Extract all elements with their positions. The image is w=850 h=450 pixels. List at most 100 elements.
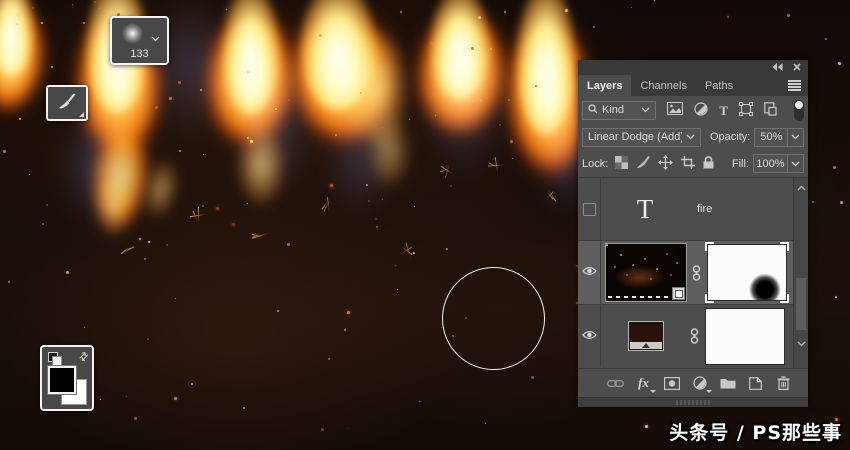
spark-dot — [241, 77, 242, 78]
visibility-toggle[interactable] — [578, 178, 601, 240]
soft-brush-tip-icon — [122, 23, 143, 44]
fill-dropdown-icon[interactable] — [788, 154, 804, 173]
close-panel-icon[interactable] — [793, 62, 801, 74]
spark-dot — [51, 66, 54, 69]
spark-dot — [375, 218, 378, 221]
chevron-down-icon[interactable] — [151, 29, 160, 47]
scroll-down-icon[interactable] — [797, 338, 806, 350]
tab-layers[interactable]: Layers — [578, 75, 632, 96]
mask-selected-bracket — [780, 294, 789, 303]
spark-streak — [444, 163, 451, 178]
spark-dot — [593, 26, 596, 29]
spark-dot — [139, 238, 141, 240]
photoshop-workspace: 133 Layers Channels Pa — [0, 0, 850, 450]
layer-row-text[interactable]: T fire — [578, 178, 808, 241]
default-colors-icon[interactable] — [48, 352, 62, 366]
hidden-layer-checkbox-icon[interactable] — [582, 202, 596, 216]
filter-adjustment-layers-icon[interactable] — [694, 101, 708, 119]
tab-paths[interactable]: Paths — [696, 75, 742, 96]
brush-tool-button[interactable] — [46, 85, 88, 121]
foreground-color-swatch[interactable] — [47, 365, 77, 395]
new-layer-icon[interactable] — [746, 374, 765, 393]
visibility-toggle[interactable] — [578, 241, 601, 304]
mask-link-icon[interactable] — [687, 264, 705, 281]
spark-dot — [175, 298, 177, 300]
layer-style-button[interactable]: fx — [634, 374, 656, 393]
panel-menu-icon[interactable] — [788, 80, 801, 92]
spark-dot — [360, 92, 362, 94]
spark-streak — [197, 206, 200, 225]
spark-streak — [405, 242, 412, 259]
layer-row-adjustment[interactable] — [578, 305, 808, 367]
filter-pixel-layers-icon[interactable] — [667, 102, 684, 118]
text-layer-thumbnail[interactable]: T — [605, 194, 685, 225]
lock-pixels-icon[interactable] — [636, 155, 651, 172]
spark-dot — [335, 134, 337, 136]
layer-mask-thumbnail[interactable] — [705, 242, 789, 303]
brush-preset-picker[interactable]: 133 — [110, 16, 169, 65]
panel-resize-grip[interactable] — [578, 397, 808, 407]
adjustment-layer-thumbnail[interactable] — [628, 321, 664, 351]
filter-type-layers-icon[interactable]: T — [719, 104, 728, 117]
layer-row-smart-object[interactable] — [578, 241, 808, 305]
flame-core — [430, 0, 490, 100]
flame-wisp — [238, 125, 284, 205]
spark-dot — [413, 252, 416, 255]
scrollbar-thumb[interactable] — [796, 278, 806, 330]
spark-dot — [247, 137, 250, 140]
spark-dot — [8, 281, 11, 284]
filter-shape-layers-icon[interactable] — [739, 101, 753, 119]
smoke-wisp — [240, 50, 310, 190]
layer-mask-thumbnail[interactable] — [703, 306, 787, 367]
smoke-wisp — [425, 30, 505, 170]
lock-all-icon[interactable] — [703, 155, 714, 172]
link-layers-icon[interactable] — [606, 374, 625, 393]
spark-streak — [323, 198, 331, 213]
spark-dot — [174, 397, 177, 400]
mask-link-icon[interactable] — [685, 328, 703, 344]
layers-panel-footer: fx — [578, 368, 808, 397]
smoke-wisp — [330, 100, 390, 210]
spark-streak — [440, 168, 449, 173]
mask-selected-bracket — [705, 242, 714, 251]
opacity-dropdown-icon[interactable] — [788, 127, 804, 147]
delete-layer-icon[interactable] — [774, 374, 793, 393]
spark-dot — [144, 258, 146, 260]
collapse-panel-icon[interactable] — [772, 62, 783, 74]
fill-value[interactable]: 100% — [753, 154, 788, 173]
spark-dot — [347, 428, 349, 430]
layer-thumbnail[interactable] — [605, 243, 687, 302]
spark-dot — [287, 243, 291, 247]
opacity-value[interactable]: 50% — [754, 127, 789, 147]
lock-transparency-icon[interactable] — [615, 155, 629, 172]
spark-dot — [268, 168, 270, 170]
spark-streak — [472, 88, 485, 103]
filter-toggle-switch[interactable] — [794, 99, 804, 121]
spark-dot — [3, 150, 6, 153]
blend-mode-select[interactable]: Linear Dodge (Add) — [582, 127, 701, 147]
layer-name[interactable]: fire — [697, 203, 712, 215]
spark-dot — [395, 265, 397, 267]
layers-scrollbar[interactable] — [793, 178, 808, 368]
swap-colors-icon[interactable] — [76, 349, 92, 365]
filter-kind-select[interactable]: Kind — [582, 100, 657, 120]
spark-streak — [547, 189, 557, 202]
spark-streak — [400, 246, 413, 255]
flame-shape — [407, 0, 519, 142]
filter-smart-objects-icon[interactable] — [764, 101, 777, 119]
spark-dot — [169, 97, 172, 100]
new-group-icon[interactable] — [718, 374, 737, 393]
new-adjustment-layer-icon[interactable] — [690, 374, 712, 393]
eye-icon[interactable] — [581, 330, 597, 343]
spark-streak — [321, 201, 328, 210]
spark-streak — [546, 191, 554, 200]
lock-artboard-icon[interactable] — [681, 155, 696, 172]
scroll-up-icon[interactable] — [797, 182, 806, 194]
lock-position-icon[interactable] — [658, 154, 674, 173]
tab-channels[interactable]: Channels — [631, 75, 695, 96]
eye-icon[interactable] — [581, 266, 597, 279]
spark-dot — [319, 34, 322, 37]
brush-cursor[interactable] — [442, 267, 545, 370]
visibility-toggle[interactable] — [578, 305, 601, 367]
add-layer-mask-icon[interactable] — [662, 374, 681, 393]
